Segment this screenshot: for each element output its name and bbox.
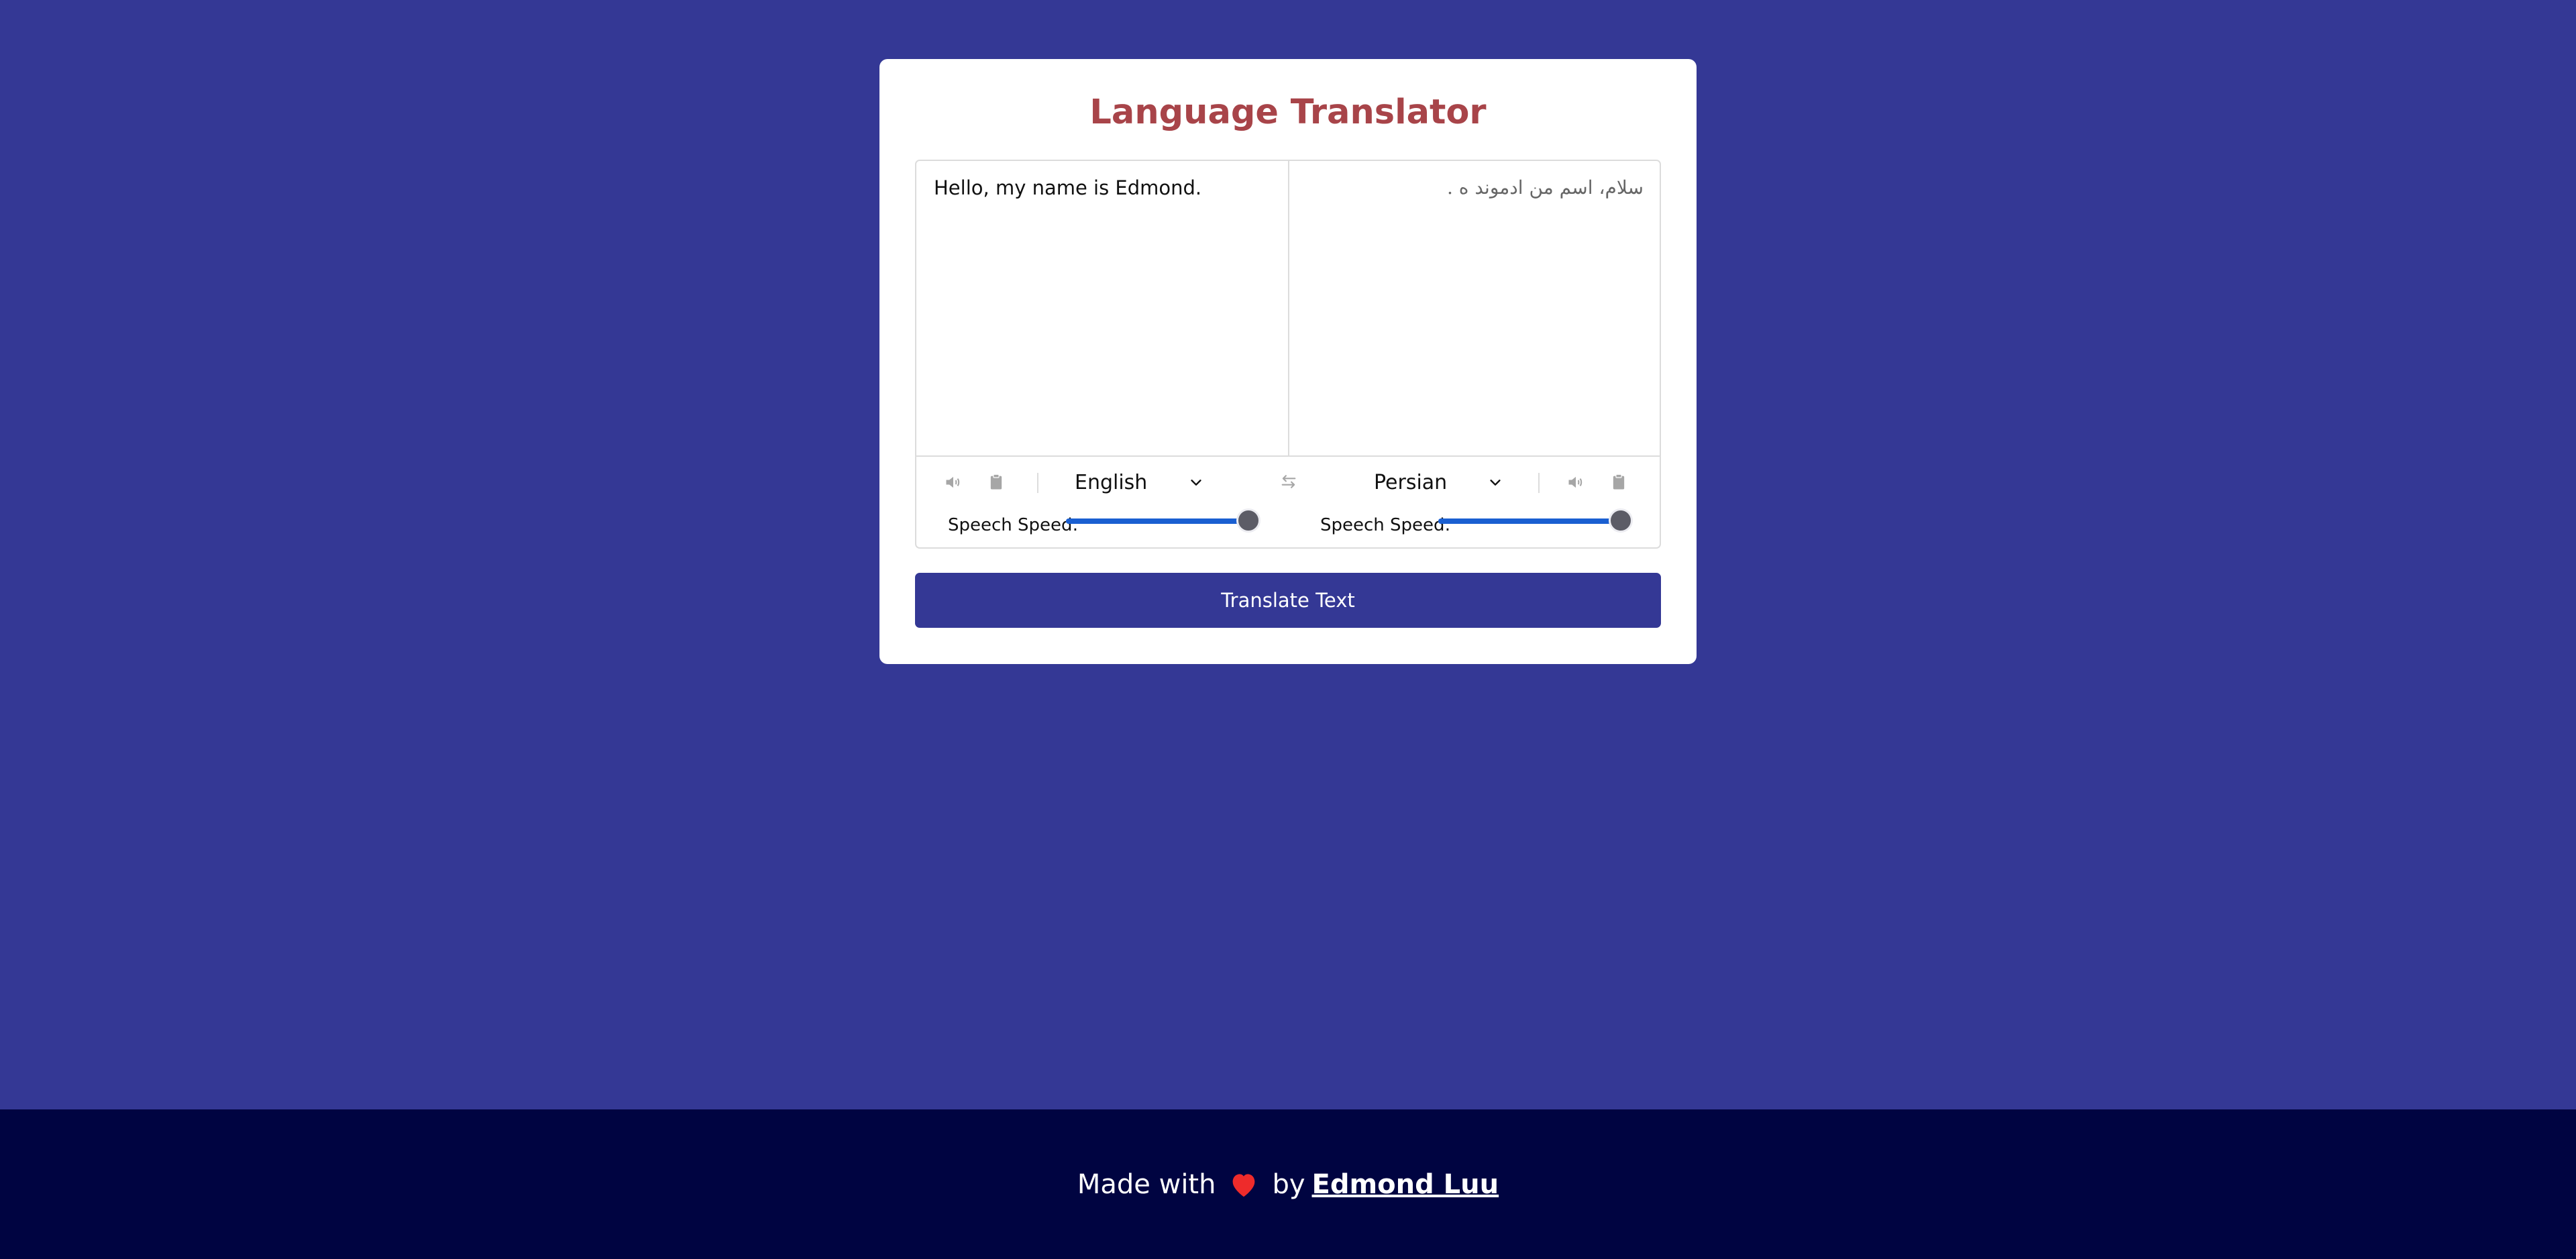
target-volume-icon[interactable] — [1566, 472, 1586, 492]
text-input-row: Hello, my name is Edmond. سلام، اسم من ا… — [916, 161, 1660, 457]
translate-button[interactable]: Translate Text — [915, 573, 1661, 628]
source-copy-icon[interactable] — [986, 472, 1006, 492]
source-speed-slider[interactable] — [1066, 508, 1260, 533]
footer: Made with by Edmond Luu — [0, 1109, 2576, 1259]
slider-fill — [1438, 518, 1620, 524]
swap-arrows-icon[interactable] — [1279, 472, 1299, 492]
target-language-label: Persian — [1374, 470, 1448, 494]
source-divider — [1037, 473, 1038, 493]
chevron-down-icon — [1191, 480, 1201, 486]
translator-panel: Hello, my name is Edmond. سلام، اسم من ا… — [915, 160, 1661, 549]
source-language-label: English — [1075, 470, 1148, 494]
chevron-down-icon — [1490, 480, 1501, 486]
slider-thumb[interactable] — [1236, 508, 1260, 533]
target-speed-label: Speech Speed: — [1320, 515, 1451, 535]
translated-text-output[interactable]: سلام، اسم من ادموند ه . — [1289, 161, 1660, 455]
page-title: Language Translator — [1089, 93, 1487, 132]
footer-by: by — [1272, 1168, 1305, 1200]
target-copy-icon[interactable] — [1609, 472, 1629, 492]
target-language-select[interactable]: Persian — [1374, 466, 1503, 499]
author-link[interactable]: Edmond Luu — [1312, 1169, 1499, 1200]
slider-thumb[interactable] — [1609, 508, 1633, 533]
heart-icon — [1233, 1174, 1255, 1197]
source-speed-label: Speech Speed: — [948, 515, 1079, 535]
source-language-select[interactable]: English — [1075, 466, 1203, 499]
target-divider — [1538, 473, 1540, 493]
target-speed-slider[interactable] — [1438, 508, 1633, 533]
translator-card: Language Translator Hello, my name is Ed… — [879, 59, 1697, 664]
source-volume-icon[interactable] — [943, 472, 963, 492]
footer-made-with: Made with — [1077, 1168, 1216, 1200]
slider-fill — [1066, 518, 1248, 524]
controls-row: English Persian Speech Speed: Speech Spe… — [916, 457, 1660, 547]
source-text-input[interactable]: Hello, my name is Edmond. — [916, 161, 1289, 455]
